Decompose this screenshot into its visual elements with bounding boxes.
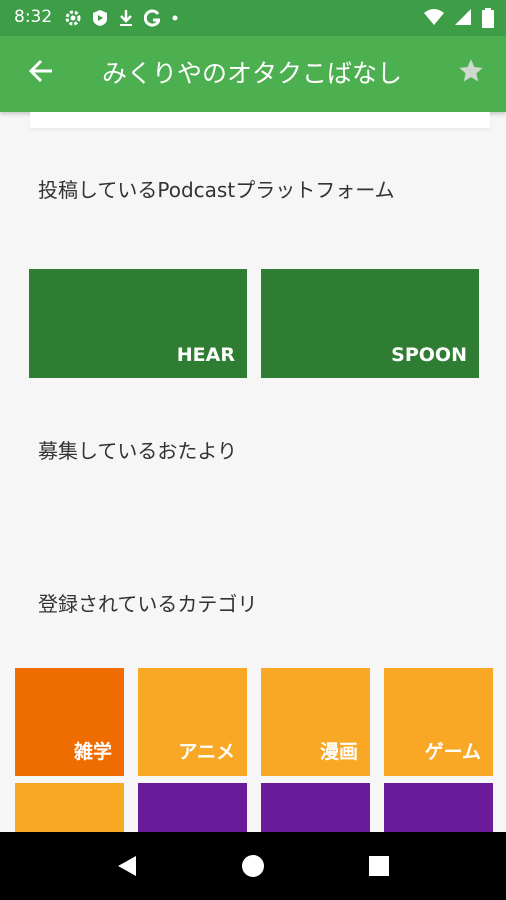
shield-play-icon — [93, 10, 107, 26]
category-tile[interactable] — [384, 783, 493, 832]
back-button[interactable] — [24, 54, 58, 88]
category-tile[interactable]: 漫画 — [261, 668, 370, 776]
category-tile[interactable] — [138, 783, 247, 832]
circle-home-icon — [242, 855, 264, 877]
platform-tile-spoon[interactable]: SPOON — [261, 269, 479, 378]
category-tile[interactable]: 雑学 — [15, 668, 124, 776]
category-label: ゲーム — [424, 741, 481, 763]
platform-label: SPOON — [391, 344, 467, 366]
system-nav-bar — [0, 832, 506, 900]
content-area: 投稿しているPodcastプラットフォーム HEAR SPOON 募集しているお… — [0, 112, 506, 832]
nav-back-button[interactable] — [112, 852, 142, 880]
nav-home-button[interactable] — [238, 852, 268, 880]
nav-recents-button[interactable] — [364, 852, 394, 880]
status-time: 8:32 — [14, 7, 53, 27]
category-tile[interactable] — [15, 783, 124, 832]
triangle-back-icon — [118, 856, 136, 876]
square-recents-icon — [369, 856, 389, 876]
status-icons-left — [64, 9, 180, 27]
category-tile[interactable] — [261, 783, 370, 832]
categories-heading: 登録されているカテゴリ — [38, 592, 258, 616]
google-g-icon — [144, 9, 160, 27]
favorite-button[interactable] — [454, 54, 488, 88]
letters-heading: 募集しているおたより — [38, 439, 237, 463]
header-card — [30, 112, 490, 128]
category-label: 雑学 — [73, 741, 112, 763]
toolbar: みくりやのオタクこばなし — [0, 36, 506, 112]
page-title: みくりやのオタクこばなし — [102, 59, 403, 88]
status-bar: 8:32 — [0, 0, 506, 36]
arrow-back-icon — [28, 59, 52, 83]
dot-icon — [172, 15, 178, 21]
category-label: アニメ — [178, 741, 235, 763]
status-icons-right — [424, 8, 494, 28]
wifi-icon — [424, 9, 444, 25]
star-icon — [459, 59, 483, 82]
platforms-heading: 投稿しているPodcastプラットフォーム — [38, 178, 395, 202]
gear-icon — [65, 10, 81, 26]
platform-tile-hear[interactable]: HEAR — [29, 269, 247, 378]
battery-icon — [482, 8, 494, 28]
signal-icon — [455, 9, 471, 25]
category-tile[interactable]: ゲーム — [384, 668, 493, 776]
platform-label: HEAR — [176, 344, 235, 366]
download-icon — [120, 10, 132, 26]
category-tile[interactable]: アニメ — [138, 668, 247, 776]
category-label: 漫画 — [319, 741, 358, 763]
